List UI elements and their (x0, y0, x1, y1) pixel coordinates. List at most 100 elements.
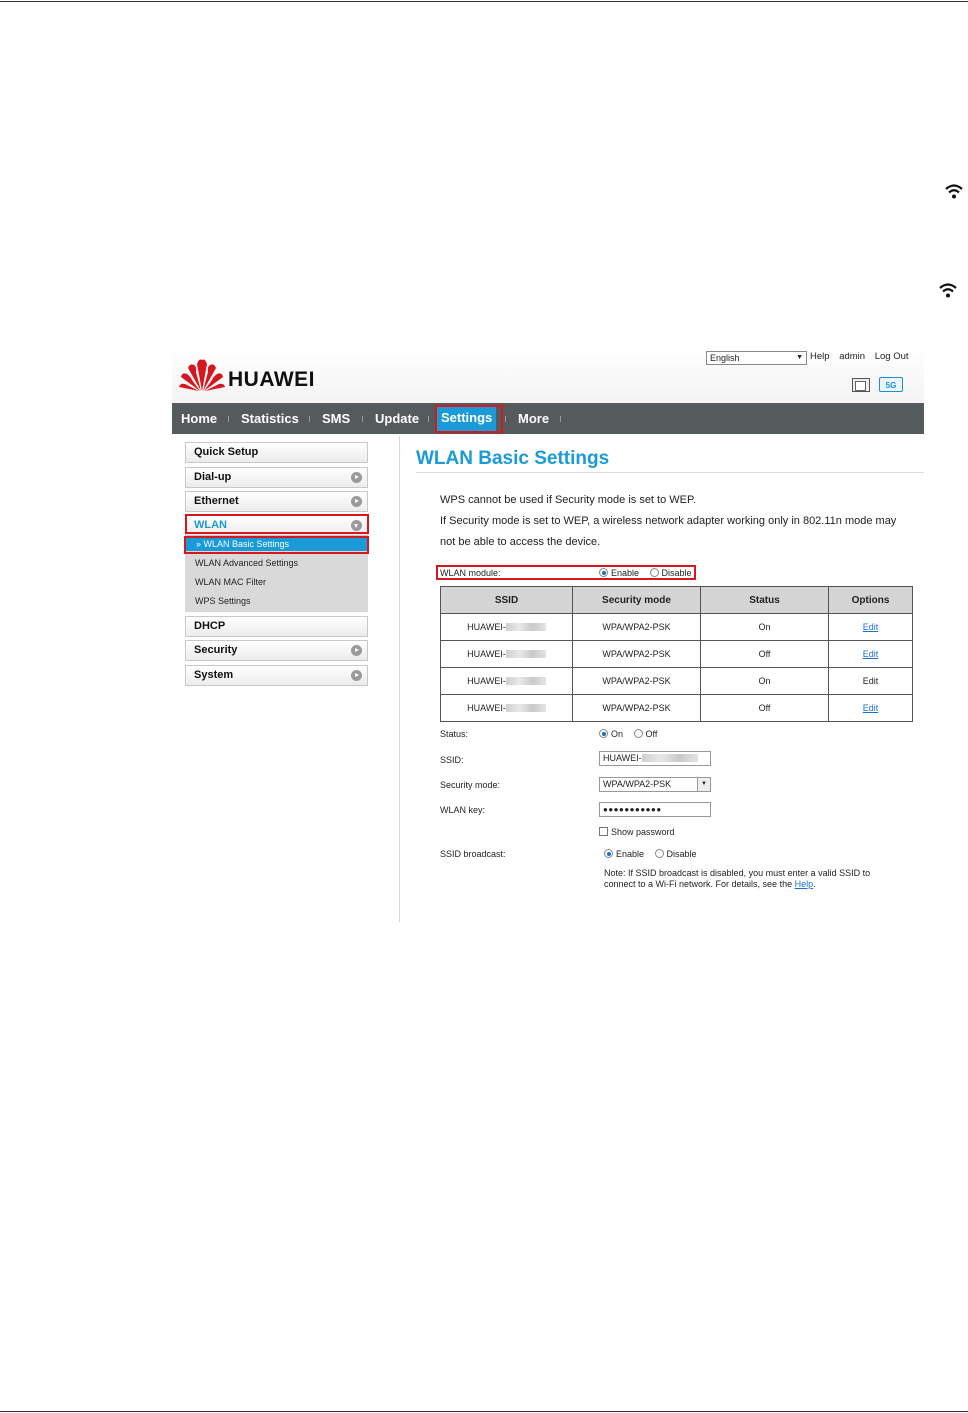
submenu-wps-settings[interactable]: WPS Settings (195, 596, 251, 606)
sidebar-item-label: DHCP (194, 620, 226, 632)
sidebar-item-label: Quick Setup (194, 446, 259, 458)
sidebar-item-dhcp[interactable]: DHCP (185, 616, 368, 637)
table-header-row: SSID Security mode Status Options (440, 586, 913, 614)
radio-selected-icon (604, 849, 613, 858)
column-header: SSID (440, 586, 573, 614)
sidebar-item-ethernet[interactable]: Ethernet (185, 491, 368, 512)
wifi-icon (945, 184, 963, 199)
column-header: Security mode (572, 586, 701, 614)
nav-more[interactable]: More (518, 403, 549, 434)
sidebar-item-label: System (194, 669, 234, 681)
options-cell: Edit (828, 613, 913, 641)
ssid-label: SSID: (440, 755, 464, 765)
redacted-text (505, 650, 546, 658)
table-row: HUAWEI- WPA/WPA2-PSK Off Edit (440, 694, 913, 722)
screen-icon (852, 378, 870, 392)
sidebar-item-security[interactable]: Security (185, 640, 368, 661)
ssid-input-value: HUAWEI- (603, 753, 642, 763)
radio-label: Disable (666, 849, 697, 859)
checkbox-label: Show password (611, 827, 675, 837)
ssid-text: HUAWEI- (467, 649, 506, 659)
security-mode-select[interactable]: WPA/WPA2-PSK ▼ (599, 777, 711, 792)
broadcast-note: Note: If SSID broadcast is disabled, you… (604, 868, 904, 890)
huawei-logo (179, 359, 225, 391)
band-label: 5G (885, 381, 897, 390)
sidebar-item-system[interactable]: System (185, 665, 368, 686)
security-cell: WPA/WPA2-PSK (572, 667, 701, 695)
ssid-text: HUAWEI- (467, 676, 506, 686)
redacted-text (505, 623, 546, 631)
column-divider (399, 436, 400, 922)
logout-link[interactable]: Log Out (875, 351, 909, 362)
nav-statistics[interactable]: Statistics (241, 403, 299, 434)
brand-name: HUAWEI (228, 368, 315, 391)
status-on-radio[interactable]: On (599, 729, 623, 739)
wlan-key-label: WLAN key: (440, 805, 486, 815)
edit-label: Edit (862, 676, 879, 686)
radio-icon (654, 849, 664, 858)
column-header: Options (828, 586, 913, 614)
expand-arrow-icon (351, 472, 362, 483)
ssid-input[interactable]: HUAWEI- (599, 751, 711, 766)
header: HUAWEI English ▼ Help admin Log Out 5G (172, 344, 924, 403)
ssid-cell: HUAWEI- (440, 613, 573, 641)
edit-link[interactable]: Edit (863, 649, 879, 659)
nav-sms[interactable]: SMS (322, 403, 350, 434)
submenu-wlan-mac-filter[interactable]: WLAN MAC Filter (195, 577, 266, 587)
wifi-icon (939, 283, 957, 298)
page-top-rule (0, 1, 968, 2)
nav-home[interactable]: Home (181, 403, 217, 434)
help-link[interactable]: Help (810, 351, 830, 362)
wlan-key-value: ●●●●●●●●●●● (603, 805, 662, 814)
radio-label: Enable (616, 849, 645, 859)
chevron-down-icon: ▼ (796, 354, 803, 361)
status-off-radio[interactable]: Off (633, 729, 658, 739)
edit-link[interactable]: Edit (863, 622, 879, 632)
security-mode-value: WPA/WPA2-PSK (603, 779, 672, 789)
expand-arrow-icon (351, 670, 362, 681)
nav-divider (362, 416, 363, 422)
ssid-cell: HUAWEI- (440, 694, 573, 722)
broadcast-disable-radio[interactable]: Disable (654, 849, 697, 859)
nav-divider (428, 416, 429, 422)
broadcast-enable-radio[interactable]: Enable (604, 849, 644, 859)
status-cell: On (700, 667, 829, 695)
sidebar-item-label: Security (194, 644, 238, 656)
status-cell: Off (700, 640, 829, 668)
ssid-cell: HUAWEI- (440, 640, 573, 668)
nav-divider (505, 416, 506, 422)
ssid-table: SSID Security mode Status Options HUAWEI… (440, 586, 913, 722)
security-cell: WPA/WPA2-PSK (572, 613, 701, 641)
highlight-wlan-basic (184, 536, 369, 554)
expand-arrow-icon (351, 496, 362, 507)
show-password-checkbox[interactable]: Show password (599, 827, 675, 837)
status-cell: On (700, 613, 829, 641)
info-wep-2: not be able to access the device. (440, 536, 601, 548)
wlan-key-input[interactable]: ●●●●●●●●●●● (599, 802, 711, 817)
submenu-wlan-advanced-settings[interactable]: WLAN Advanced Settings (195, 558, 298, 568)
sidebar-item-label: Ethernet (194, 495, 239, 507)
sidebar-item-quick-setup[interactable]: Quick Setup (185, 442, 368, 463)
redacted-text (505, 677, 546, 685)
radio-label: Off (645, 729, 658, 739)
nav-divider (560, 416, 561, 422)
highlight-settings (435, 405, 503, 433)
sidebar-item-dial-up[interactable]: Dial-up (185, 467, 368, 488)
options-cell: Edit (828, 640, 913, 668)
help-link[interactable]: Help (795, 879, 814, 889)
radio-label: On (611, 729, 624, 739)
security-cell: WPA/WPA2-PSK (572, 694, 701, 722)
redacted-text (505, 704, 546, 712)
page-bottom-rule (0, 1411, 968, 1412)
table-row: HUAWEI- WPA/WPA2-PSK On Edit (440, 613, 913, 641)
language-select[interactable]: English ▼ (706, 351, 807, 365)
checkbox-icon (599, 827, 608, 836)
ssid-broadcast-label: SSID broadcast: (440, 849, 506, 859)
router-web-ui: HUAWEI English ▼ Help admin Log Out 5G H… (172, 344, 924, 922)
nav-update[interactable]: Update (375, 403, 419, 434)
security-mode-label: Security mode: (440, 780, 501, 790)
highlight-wlan-module (436, 565, 696, 580)
options-cell: Edit (828, 667, 913, 695)
edit-link[interactable]: Edit (863, 703, 879, 713)
highlight-wlan (185, 514, 369, 534)
